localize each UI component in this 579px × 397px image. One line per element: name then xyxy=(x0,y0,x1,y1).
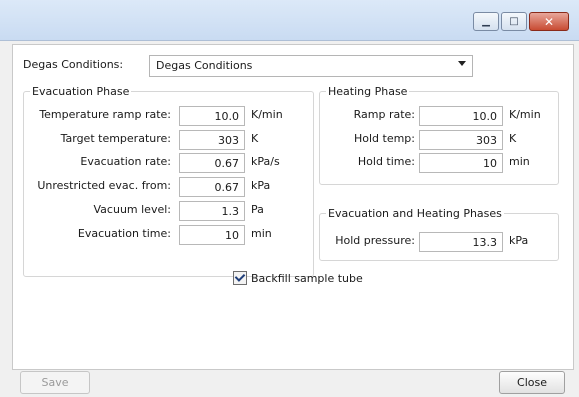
evacuation-time-unit: min xyxy=(251,227,272,240)
hold-time-value: 10 xyxy=(483,157,497,170)
unrestricted-evac-label: Unrestricted evac. from: xyxy=(37,179,171,192)
target-temperature-label: Target temperature: xyxy=(60,132,171,145)
vacuum-level-value: 1.3 xyxy=(221,205,240,218)
ramp-rate-unit: K/min xyxy=(509,108,541,121)
backfill-label: Backfill sample tube xyxy=(251,271,363,285)
degas-label: Degas Conditions: xyxy=(23,58,124,71)
degas-conditions-select[interactable]: Degas Conditions xyxy=(149,55,473,77)
hold-temp-value: 303 xyxy=(476,134,497,147)
ramp-rate-input[interactable]: 10.0 xyxy=(419,106,503,126)
ramp-rate-label: Ramp rate: xyxy=(353,108,415,121)
evac-heating-title: Evacuation and Heating Phases xyxy=(326,207,504,220)
unrestricted-evac-input[interactable]: 0.67 xyxy=(179,177,245,197)
content-panel: Degas Conditions: Degas Conditions Evacu… xyxy=(12,44,574,370)
close-icon[interactable]: ✕ xyxy=(529,12,569,31)
hold-time-unit: min xyxy=(509,155,530,168)
evacuation-rate-input[interactable]: 0.67 xyxy=(179,153,245,173)
target-temperature-input[interactable]: 303 xyxy=(179,130,245,150)
evacuation-rate-value: 0.67 xyxy=(214,157,240,170)
evacuation-rate-label: Evacuation rate: xyxy=(80,155,171,168)
unrestricted-evac-value: 0.67 xyxy=(214,181,240,194)
chevron-down-icon xyxy=(458,61,466,66)
degas-conditions-window: ▁ □ ✕ Degas Conditions: Degas Conditions… xyxy=(0,0,579,397)
hold-time-label: Hold time: xyxy=(357,155,415,168)
hold-temp-label: Hold temp: xyxy=(353,132,415,145)
checkmark-icon xyxy=(233,271,247,285)
unrestricted-evac-unit: kPa xyxy=(251,179,271,192)
backfill-checkbox[interactable]: Backfill sample tube xyxy=(233,271,363,285)
temp-ramp-rate-input[interactable]: 10.0 xyxy=(179,106,245,126)
ramp-rate-value: 10.0 xyxy=(472,110,498,123)
hold-time-input[interactable]: 10 xyxy=(419,153,503,173)
close-button[interactable]: Close xyxy=(499,371,565,394)
degas-conditions-value: Degas Conditions xyxy=(156,59,253,72)
hold-temp-input[interactable]: 303 xyxy=(419,130,503,150)
hold-pressure-label: Hold pressure: xyxy=(335,234,415,247)
temp-ramp-rate-value: 10.0 xyxy=(214,110,240,123)
vacuum-level-label: Vacuum level: xyxy=(93,203,171,216)
vacuum-level-unit: Pa xyxy=(251,203,264,216)
minimize-icon[interactable]: ▁ xyxy=(473,12,499,31)
temp-ramp-rate-unit: K/min xyxy=(251,108,283,121)
hold-pressure-unit: kPa xyxy=(509,234,529,247)
temp-ramp-rate-label: Temperature ramp rate: xyxy=(39,108,171,121)
evacuation-time-value: 10 xyxy=(225,229,239,242)
hold-pressure-input[interactable]: 13.3 xyxy=(419,232,503,252)
heating-phase-title: Heating Phase xyxy=(326,85,410,98)
evacuation-time-input[interactable]: 10 xyxy=(179,225,245,245)
target-temperature-value: 303 xyxy=(218,134,239,147)
evacuation-phase-title: Evacuation Phase xyxy=(30,85,132,98)
hold-temp-unit: K xyxy=(509,132,517,145)
evacuation-rate-unit: kPa/s xyxy=(251,155,280,168)
maximize-icon[interactable]: □ xyxy=(501,12,527,31)
evacuation-time-label: Evacuation time: xyxy=(77,227,171,240)
title-bar: ▁ □ ✕ xyxy=(0,0,579,41)
hold-pressure-value: 13.3 xyxy=(472,236,498,249)
save-button[interactable]: Save xyxy=(20,371,90,394)
target-temperature-unit: K xyxy=(251,132,259,145)
vacuum-level-input[interactable]: 1.3 xyxy=(179,201,245,221)
